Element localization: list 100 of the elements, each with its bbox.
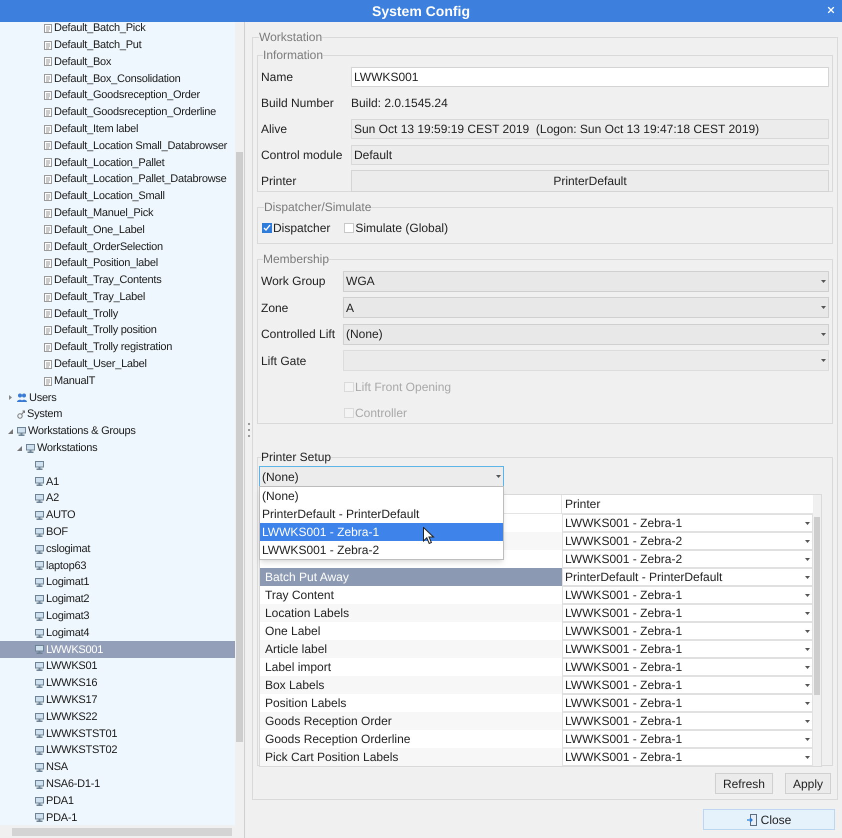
tree-item[interactable]: Default_Manuel_Pick xyxy=(0,204,235,222)
scrollbar-thumb[interactable] xyxy=(236,152,243,742)
tree-item[interactable]: Default_Tray_Label xyxy=(0,288,235,306)
tree-item[interactable]: Workstations & Groups xyxy=(0,423,235,440)
action-button[interactable]: Refresh xyxy=(714,773,773,794)
tree-item[interactable]: Default_Tray_Contents xyxy=(0,272,235,289)
checkbox[interactable] xyxy=(344,223,354,233)
printer-cell-combo[interactable]: LWWKS001 - Zebra-1 xyxy=(562,514,813,532)
tree-item[interactable]: Default_Location_Pallet_Databrowse xyxy=(0,171,235,188)
label-icon xyxy=(44,225,52,234)
tree-item[interactable]: Default_Trolly position xyxy=(0,322,235,340)
table-row[interactable]: Pick Cart Position Labels LWWKS001 - Zebra-1 xyxy=(260,748,813,766)
monitor-icon xyxy=(26,444,35,453)
label-icon xyxy=(44,360,52,369)
tree-item[interactable]: Logimat4 xyxy=(0,624,235,642)
printer-cell-combo[interactable]: LWWKS001 - Zebra-1 xyxy=(562,694,813,712)
printer-combo[interactable]: (None) xyxy=(259,466,504,487)
tree-item[interactable]: Default_OrderSelection xyxy=(0,238,235,256)
printer-cell-combo[interactable]: LWWKS001 - Zebra-2 xyxy=(562,550,813,568)
tree-item[interactable]: A2 xyxy=(0,490,235,508)
checkbox[interactable] xyxy=(262,223,272,233)
tree-item[interactable]: Logimat3 xyxy=(0,608,235,625)
tree-item[interactable]: LWWKSTST01 xyxy=(0,725,235,742)
horizontal-scrollbar[interactable] xyxy=(0,825,244,838)
field-label: Control module xyxy=(261,147,344,164)
tree-item[interactable]: NSA6-D1-1 xyxy=(0,776,235,793)
printer-cell-combo[interactable]: LWWKS001 - Zebra-1 xyxy=(562,730,813,748)
printer-cell-combo[interactable]: LWWKS001 - Zebra-2 xyxy=(562,532,813,550)
combo-box[interactable]: A xyxy=(343,297,829,318)
tree-item[interactable]: Default_Position_label xyxy=(0,255,235,272)
tree-item[interactable]: LWWKS22 xyxy=(0,708,235,726)
combo-box[interactable]: (None) xyxy=(343,324,829,345)
printer-cell-combo[interactable]: LWWKS001 - Zebra-1 xyxy=(562,622,813,640)
tree-item[interactable]: PDA-1 xyxy=(0,809,235,825)
tree-item[interactable]: LWWKS16 xyxy=(0,675,235,692)
tree-item[interactable]: A1 xyxy=(0,474,235,490)
monitor-icon xyxy=(35,662,44,672)
tree-item[interactable]: LWWKS17 xyxy=(0,692,235,709)
caret-icon xyxy=(805,666,810,668)
group-title: Workstation xyxy=(259,29,322,46)
scrollbar-thumb[interactable] xyxy=(12,828,232,836)
tree-item[interactable]: Default_Goodsreception_Order xyxy=(0,87,235,104)
tree-item[interactable]: Default_Trolly registration xyxy=(0,339,235,356)
tree-item[interactable]: ManualT xyxy=(0,372,235,390)
printer-button[interactable]: PrinterDefault xyxy=(351,170,829,192)
expander-icon[interactable] xyxy=(8,395,13,400)
tree-item[interactable]: LWWKSTST02 xyxy=(0,742,235,760)
tree-item[interactable]: cslogimat xyxy=(0,540,235,558)
printer-cell-combo[interactable]: PrinterDefault - PrinterDefault xyxy=(562,568,813,586)
tree-item[interactable]: Default_Trolly xyxy=(0,306,235,322)
tree-item[interactable]: Default_Location_Small xyxy=(0,188,235,205)
printer-cell-combo[interactable]: LWWKS001 - Zebra-1 xyxy=(562,712,813,730)
tree-item[interactable]: PDA1 xyxy=(0,792,235,810)
table-row[interactable]: Batch Put Away PrinterDefault - PrinterDefault xyxy=(260,568,813,586)
table-row[interactable]: Goods Reception Order LWWKS001 - Zebra-1 xyxy=(260,712,813,730)
caret-icon xyxy=(821,280,826,283)
column-header[interactable]: Printer xyxy=(562,495,813,513)
tree-item[interactable]: Users xyxy=(0,390,235,406)
table-row[interactable]: Location Labels LWWKS001 - Zebra-1 xyxy=(260,604,813,622)
tree-item[interactable]: Logimat1 xyxy=(0,574,235,592)
tree-item[interactable]: Default_Goodsreception_Orderline xyxy=(0,104,235,121)
table-row[interactable]: Article label LWWKS001 - Zebra-1 xyxy=(260,640,813,658)
printer-cell-combo[interactable]: LWWKS001 - Zebra-1 xyxy=(562,586,813,604)
scrollbar-thumb[interactable] xyxy=(814,517,820,695)
tree-item[interactable]: LWWKS01 xyxy=(0,658,235,676)
vertical-scrollbar[interactable] xyxy=(235,22,244,825)
monitor-icon xyxy=(35,762,44,772)
tree-item[interactable]: Default_Batch_Put xyxy=(0,36,235,54)
tree-item[interactable]: Workstations xyxy=(0,440,235,457)
printer-cell-combo[interactable]: LWWKS001 - Zebra-1 xyxy=(562,676,813,694)
tree-item[interactable]: NSA xyxy=(0,759,235,776)
tree-item[interactable]: Logimat2 xyxy=(0,591,235,608)
tree-item[interactable]: Default_One_Label xyxy=(0,222,235,238)
monitor-icon xyxy=(35,477,44,486)
action-button[interactable]: Apply xyxy=(784,773,831,794)
printer-cell-combo[interactable]: LWWKS001 - Zebra-1 xyxy=(562,748,813,766)
table-row[interactable]: Box Labels LWWKS001 - Zebra-1 xyxy=(260,676,813,694)
close-window-button[interactable]: Close xyxy=(703,809,835,830)
vertical-scrollbar[interactable] xyxy=(813,495,821,766)
combo-box[interactable]: WGA xyxy=(343,270,829,292)
label-icon xyxy=(44,276,52,285)
tree-item[interactable]: laptop63 xyxy=(0,558,235,574)
printer-cell-combo[interactable]: LWWKS001 - Zebra-1 xyxy=(562,640,813,658)
tree-item[interactable]: Default_Box_Consolidation xyxy=(0,70,235,88)
tree-item[interactable]: BOF xyxy=(0,524,235,541)
dropdown-option[interactable]: (None) xyxy=(260,487,503,505)
tree-item[interactable]: Default_Batch_Pick xyxy=(0,20,235,37)
printer-cell-combo[interactable]: LWWKS001 - Zebra-1 xyxy=(562,604,813,622)
tree-item[interactable]: Default_Box xyxy=(0,54,235,70)
expander-icon[interactable] xyxy=(8,429,13,434)
printer-cell-combo[interactable]: LWWKS001 - Zebra-1 xyxy=(562,658,813,676)
readonly-field: Sun Oct 13 19:59:19 CEST 2019 (Logon: Sun Oct 13 19:47:18 CEST 2019) xyxy=(351,119,829,139)
tree-item[interactable]: Default_Location Small_Databrowser xyxy=(0,138,235,154)
expander-icon[interactable] xyxy=(17,446,22,451)
tree-item[interactable]: Default_User_Label xyxy=(0,356,235,373)
tree-item[interactable]: System xyxy=(0,406,235,424)
tree-item[interactable]: Default_Location_Pallet xyxy=(0,154,235,172)
tree-item[interactable]: AUTO xyxy=(0,507,235,524)
name-field[interactable]: LWWKS001 xyxy=(351,67,829,87)
tree-item[interactable]: Default_Item label xyxy=(0,120,235,138)
